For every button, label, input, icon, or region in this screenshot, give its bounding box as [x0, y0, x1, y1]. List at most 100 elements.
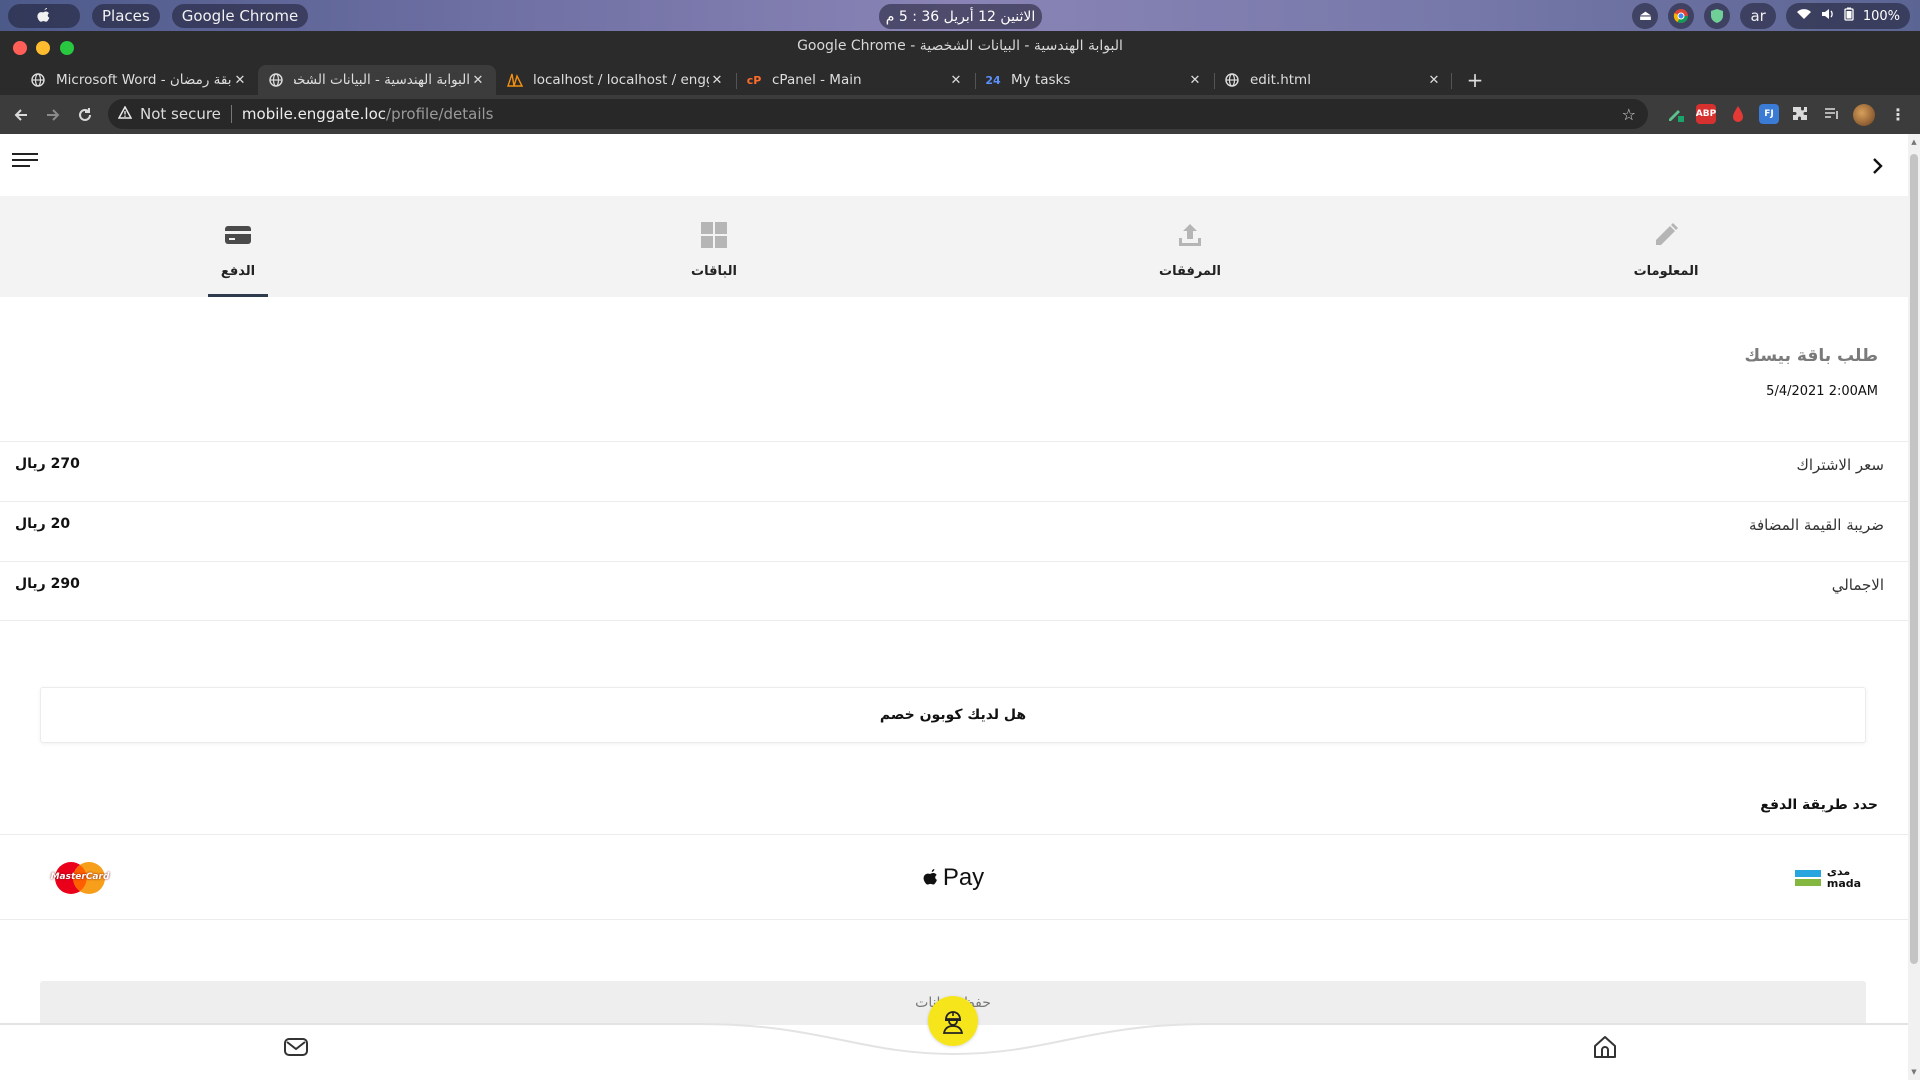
globe-icon	[1224, 72, 1240, 88]
new-tab-button[interactable]: +	[1463, 65, 1487, 95]
mada-option[interactable]: مدى mada	[1788, 835, 1868, 921]
chevron-right-icon[interactable]	[1868, 154, 1888, 178]
window-titlebar: Google Chrome - البوابة الهندسية - البيا…	[0, 31, 1920, 65]
scroll-down-arrow-icon[interactable]: ▼	[1910, 1068, 1918, 1076]
price-row-subscription: سعر الاشتراك 270 ريال	[0, 441, 1908, 490]
tab-label: localhost / localhost / enggate	[533, 72, 709, 88]
tab-label: المرفقات	[1159, 264, 1221, 279]
apple-menu-button[interactable]	[8, 3, 80, 28]
phpmyadmin-icon	[507, 72, 523, 88]
page-viewport: المعلومات المرفقات الباقات الدفع طلب باق…	[0, 134, 1908, 1080]
active-tab-indicator	[208, 294, 268, 297]
shield-tray-icon[interactable]	[1704, 3, 1731, 29]
globe-icon	[268, 72, 284, 88]
price-value: 20 ريال	[15, 516, 71, 532]
tab-label: الدفع	[220, 264, 256, 279]
tab-strip: Microsoft Word - مسابقة رمضان ✕ البوابة …	[0, 65, 1920, 95]
tab-label: Microsoft Word - مسابقة رمضان	[56, 72, 232, 88]
eject-icon[interactable]: ⏏	[1632, 3, 1659, 29]
active-app-menu[interactable]: Google Chrome	[171, 3, 309, 28]
tab-profile-details[interactable]: البوابة الهندسية - البيانات الشخصية ✕	[258, 65, 496, 95]
kebab-menu-icon[interactable]: ⋮	[1888, 104, 1908, 124]
tab-phpmyadmin[interactable]: localhost / localhost / enggate ✕	[497, 65, 735, 95]
arrow-right-icon	[47, 109, 60, 121]
arrow-left-icon	[14, 109, 27, 121]
close-tab-icon[interactable]: ✕	[1426, 73, 1442, 88]
globe-icon	[30, 72, 46, 88]
tab-my-tasks[interactable]: 24 My tasks ✕	[975, 65, 1213, 95]
extension-pen-icon[interactable]	[1666, 104, 1686, 124]
close-tab-icon[interactable]: ✕	[470, 73, 486, 88]
tab-packages[interactable]: الباقات	[594, 196, 834, 297]
order-title: طلب باقة بيسك	[1744, 346, 1878, 366]
home-icon[interactable]	[1592, 1034, 1620, 1062]
os-tray: ⏏ ar 100%	[1622, 3, 1910, 29]
order-date: 5/4/2021 2:00AM	[1766, 384, 1878, 399]
close-tab-icon[interactable]: ✕	[709, 73, 725, 88]
engineer-fab-button[interactable]	[928, 996, 978, 1046]
scrollbar-thumb[interactable]	[1910, 154, 1918, 964]
keyboard-layout[interactable]: ar	[1740, 3, 1776, 29]
mastercard-option[interactable]: MasterCard	[50, 835, 110, 921]
profile-avatar[interactable]	[1853, 104, 1875, 126]
reading-list-icon[interactable]	[1822, 104, 1842, 124]
mada-english-text: mada	[1826, 877, 1862, 890]
os-clock[interactable]: الاثنين 12 أبريل 36 : 5 م	[879, 4, 1042, 29]
tab-edit-html[interactable]: edit.html ✕	[1214, 65, 1452, 95]
tab-label: edit.html	[1250, 72, 1311, 88]
applepay-option[interactable]: Pay	[908, 835, 998, 921]
extensions-puzzle-icon[interactable]	[1790, 104, 1810, 124]
extension-f-icon[interactable]: FJ	[1759, 104, 1779, 124]
close-tab-icon[interactable]: ✕	[232, 73, 248, 88]
apple-logo-icon	[923, 869, 937, 885]
cpanel-icon: cP	[746, 73, 762, 87]
reload-button[interactable]	[73, 103, 97, 127]
tasks-icon: 24	[985, 73, 1001, 87]
extension-drop-icon[interactable]	[1728, 104, 1748, 124]
wifi-icon	[1796, 8, 1812, 24]
tab-cpanel[interactable]: cP cPanel - Main ✕	[736, 65, 974, 95]
hamburger-menu-icon[interactable]	[12, 152, 38, 170]
page-scrollbar[interactable]: ▲ ▼	[1908, 134, 1920, 1080]
price-label: سعر الاشتراك	[1796, 456, 1884, 474]
volume-icon	[1821, 8, 1835, 24]
tab-label: البوابة الهندسية - البيانات الشخصية	[294, 72, 470, 88]
close-tab-icon[interactable]: ✕	[1187, 73, 1203, 88]
reload-icon	[79, 108, 91, 121]
url-host: mobile.enggate.loc	[241, 105, 387, 123]
tab-label: cPanel - Main	[772, 72, 862, 88]
price-row-vat: ضريبة القيمة المضافة 20 ريال	[0, 501, 1908, 550]
adblock-icon[interactable]: ABP	[1696, 104, 1716, 124]
system-status[interactable]: 100%	[1785, 3, 1910, 29]
address-bar[interactable]: Not secure mobile.enggate.loc /profile/d…	[108, 99, 1648, 129]
engineer-icon	[942, 1011, 964, 1034]
tab-payment[interactable]: الدفع	[118, 196, 358, 297]
security-status[interactable]: Not secure	[140, 105, 221, 123]
warning-icon	[117, 104, 133, 123]
tab-attachments[interactable]: المرفقات	[1070, 196, 1310, 297]
chrome-tray-icon[interactable]	[1668, 3, 1695, 29]
coupon-button[interactable]: هل لديك كوبون خصم	[40, 687, 1866, 743]
forward-button[interactable]	[41, 103, 65, 127]
price-label: الاجمالي	[1831, 576, 1884, 594]
tab-label: المعلومات	[1633, 264, 1699, 279]
bookmark-star-icon[interactable]: ☆	[1622, 105, 1636, 124]
card-icon	[223, 220, 253, 250]
url-path: /profile/details	[386, 105, 494, 123]
app-header	[0, 134, 1908, 196]
scroll-up-arrow-icon[interactable]: ▲	[1910, 138, 1918, 146]
order-header: طلب باقة بيسك	[1745, 346, 1878, 366]
close-tab-icon[interactable]: ✕	[948, 73, 964, 88]
mastercard-text: MasterCard	[50, 872, 110, 882]
mail-icon[interactable]	[283, 1034, 311, 1062]
tab-info[interactable]: المعلومات	[1546, 196, 1786, 297]
upload-icon	[1175, 220, 1205, 250]
tab-microsoft-word[interactable]: Microsoft Word - مسابقة رمضان ✕	[20, 65, 258, 95]
payment-methods: مدى mada Pay MasterCard	[0, 834, 1908, 920]
battery-icon	[1844, 7, 1854, 25]
apple-icon	[37, 7, 50, 22]
back-button[interactable]	[9, 103, 33, 127]
window-title: Google Chrome - البوابة الهندسية - البيا…	[797, 38, 1123, 54]
price-row-total: الاجمالي 290 ريال	[0, 561, 1908, 621]
places-menu[interactable]: Places	[92, 3, 160, 28]
